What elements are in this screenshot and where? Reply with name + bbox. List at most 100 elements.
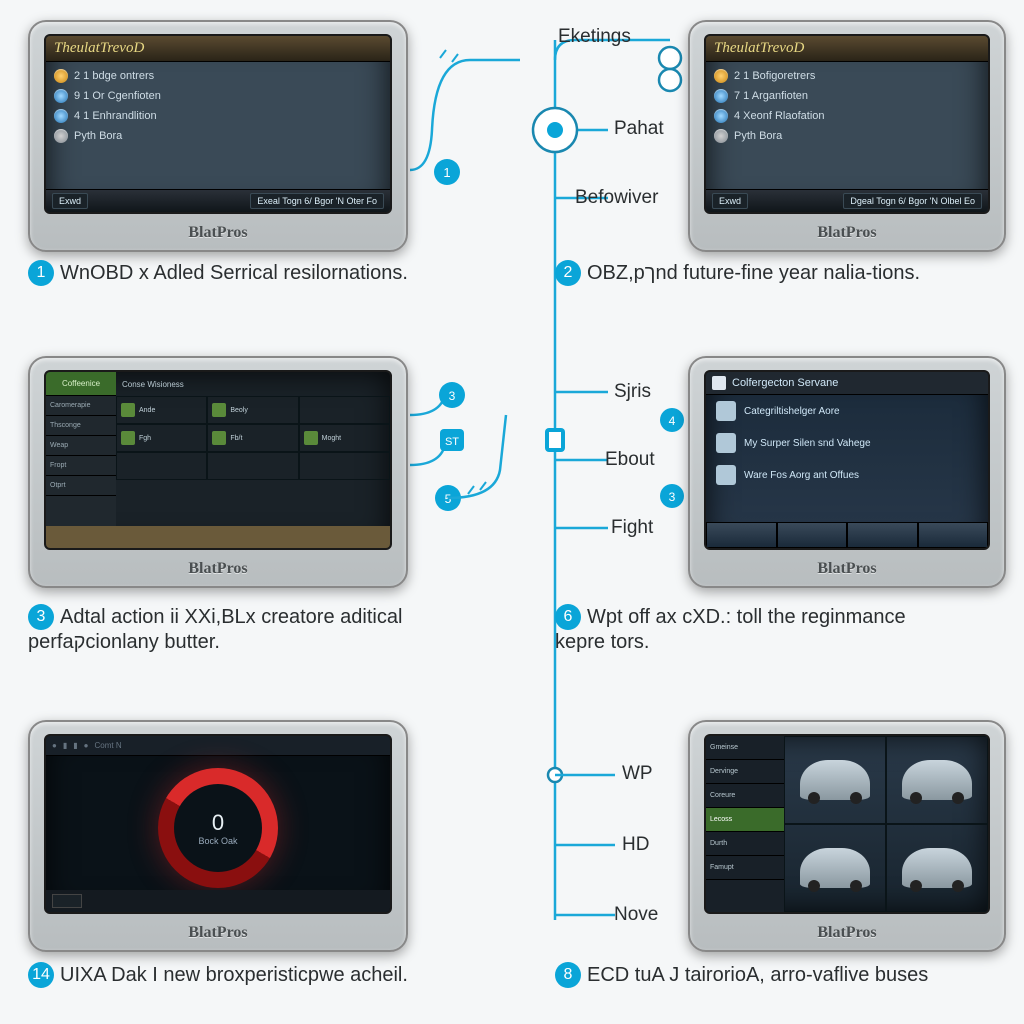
device-brand: BlatPros bbox=[30, 224, 406, 242]
config-header: Colfergecton Servane bbox=[706, 372, 988, 395]
config-tab[interactable] bbox=[777, 522, 848, 548]
side-item[interactable]: Otprt bbox=[46, 476, 116, 496]
config-item[interactable]: Categriltishelger Aore bbox=[706, 395, 988, 427]
config-tab[interactable] bbox=[847, 522, 918, 548]
grid-cell[interactable]: Fb/t bbox=[207, 424, 298, 452]
bullet-icon bbox=[714, 109, 728, 123]
car-pane[interactable] bbox=[784, 736, 886, 824]
cell-icon bbox=[304, 431, 318, 445]
grid-tab-text: Conse Wisioness bbox=[116, 372, 390, 396]
menu-row[interactable]: 9 1 Or Cgenfioten bbox=[46, 86, 390, 106]
menu-row[interactable]: Pyth Bora bbox=[706, 126, 988, 146]
gauge-bottom-button[interactable] bbox=[52, 894, 82, 908]
caption-number: 1 bbox=[28, 260, 54, 286]
car-icon bbox=[902, 848, 972, 888]
menu-row[interactable]: 2 1 Bofigoretrers bbox=[706, 66, 988, 86]
label-fight: Fight bbox=[611, 517, 653, 539]
config-item[interactable]: My Surper Silen snd Vahege bbox=[706, 427, 988, 459]
cell-icon bbox=[121, 403, 135, 417]
bullet-icon bbox=[54, 109, 68, 123]
car-icon bbox=[800, 760, 870, 800]
label-nove: Nove bbox=[614, 904, 658, 926]
grid-cell[interactable]: Moght bbox=[299, 424, 390, 452]
bullet-icon bbox=[54, 89, 68, 103]
device-titlebar: TheulatTrevoD bbox=[46, 36, 390, 62]
caption-14: 14UIXA Dak I new broxperisticpwe acheil. bbox=[28, 962, 408, 988]
bullet-icon bbox=[714, 129, 728, 143]
device-brand: BlatPros bbox=[30, 924, 406, 942]
menu-row[interactable]: 4 Xeonf Rlaofation bbox=[706, 106, 988, 126]
caption-1: 1WnOBD x Adled Serrical resilornations. bbox=[28, 260, 408, 286]
label-sjris: Sjris bbox=[614, 381, 651, 403]
car-side-item-active[interactable]: Lecoss bbox=[706, 808, 784, 832]
car-pane[interactable] bbox=[886, 824, 988, 912]
grid-cell[interactable] bbox=[299, 396, 390, 424]
grid-cell[interactable] bbox=[116, 452, 207, 480]
device-car: Gmeinse Dervinge Coreure Lecoss Durth Fa… bbox=[688, 720, 1006, 952]
caption-6: 6Wpt off ax cXD.: toll the reginmance ke… bbox=[555, 604, 935, 655]
footer-left-button[interactable]: Exwd bbox=[712, 193, 748, 209]
config-item[interactable]: Ware Fos Aorg ant Offues bbox=[706, 459, 988, 491]
bullet-icon bbox=[714, 69, 728, 83]
cell-icon bbox=[121, 431, 135, 445]
device-top-left: TheulatTrevoD 2 1 bdge ontrers 9 1 Or Cg… bbox=[28, 20, 408, 252]
gauge-ring: 0Bock Oak bbox=[158, 768, 278, 888]
device-top-right: TheulatTrevoD 2 1 Bofigoretrers 7 1 Arga… bbox=[688, 20, 1006, 252]
svg-text:3: 3 bbox=[449, 389, 456, 403]
car-pane[interactable] bbox=[784, 824, 886, 912]
config-tab[interactable] bbox=[706, 522, 777, 548]
grid-bottom-bar bbox=[46, 526, 390, 548]
menu-row[interactable]: 4 1 Enhrandlition bbox=[46, 106, 390, 126]
car-side-item[interactable]: Gmeinse bbox=[706, 736, 784, 760]
gauge-value: 0 bbox=[212, 810, 224, 835]
grid-cell[interactable]: Fgh bbox=[116, 424, 207, 452]
car-icon bbox=[902, 760, 972, 800]
menu-row[interactable]: Pyth Bora bbox=[46, 126, 390, 146]
grid-cell[interactable] bbox=[299, 452, 390, 480]
svg-text:4: 4 bbox=[669, 414, 676, 428]
menu-row[interactable]: 2 1 bdge ontrers bbox=[46, 66, 390, 86]
car-pane[interactable] bbox=[886, 736, 988, 824]
car-side-item[interactable]: Dervinge bbox=[706, 760, 784, 784]
gauge-unit: Bock Oak bbox=[198, 836, 237, 846]
label-befowiver: Befowiver bbox=[575, 187, 658, 209]
device-grid: CoffeeniceConse Wisioness Caromerapie Th… bbox=[28, 356, 408, 588]
grid-cell[interactable]: Ande bbox=[116, 396, 207, 424]
grid-tab[interactable]: Coffeenice bbox=[46, 372, 116, 396]
config-tab[interactable] bbox=[918, 522, 989, 548]
label-pahat: Pahat bbox=[614, 118, 664, 140]
device-brand: BlatPros bbox=[690, 924, 1004, 942]
label-wp: WP bbox=[622, 763, 653, 785]
device-brand: BlatPros bbox=[690, 560, 1004, 578]
label-eketings: Eketings bbox=[558, 26, 631, 48]
grid-cell[interactable]: Beoly bbox=[207, 396, 298, 424]
side-item[interactable]: Caromerapie bbox=[46, 396, 116, 416]
car-icon bbox=[800, 848, 870, 888]
caption-number: 2 bbox=[555, 260, 581, 286]
footer-left-button[interactable]: Exwd bbox=[52, 193, 88, 209]
bullet-icon bbox=[54, 69, 68, 83]
side-item[interactable]: Fropt bbox=[46, 456, 116, 476]
svg-text:5: 5 bbox=[445, 492, 452, 506]
car-side-item[interactable]: Durth bbox=[706, 832, 784, 856]
footer-right-button[interactable]: Dgeal Togn 6/ Bgor 'N Olbel Eo bbox=[843, 193, 982, 209]
bullet-icon bbox=[54, 129, 68, 143]
cell-icon bbox=[212, 431, 226, 445]
side-item[interactable]: Weap bbox=[46, 436, 116, 456]
svg-text:3: 3 bbox=[669, 490, 676, 504]
device-gauge: ●▮▮●Comt N 0Bock Oak BlatPros bbox=[28, 720, 408, 952]
footer-right-button[interactable]: Exeal Togn 6/ Bgor 'N Oter Fo bbox=[250, 193, 384, 209]
car-side-item[interactable]: Famupt bbox=[706, 856, 784, 880]
grid-cell[interactable] bbox=[207, 452, 298, 480]
side-item[interactable]: Thsconge bbox=[46, 416, 116, 436]
caption-number: 14 bbox=[28, 962, 54, 988]
device-brand: BlatPros bbox=[30, 560, 406, 578]
menu-row[interactable]: 7 1 Arganfioten bbox=[706, 86, 988, 106]
bullet-icon bbox=[714, 89, 728, 103]
caption-2: 2OBZ,pךnd future-fine year nalia-tions. bbox=[555, 260, 920, 286]
caption-number: 3 bbox=[28, 604, 54, 630]
svg-text:ST: ST bbox=[445, 436, 459, 448]
device-brand: BlatPros bbox=[690, 224, 1004, 242]
caption-number: 6 bbox=[555, 604, 581, 630]
car-side-item[interactable]: Coreure bbox=[706, 784, 784, 808]
